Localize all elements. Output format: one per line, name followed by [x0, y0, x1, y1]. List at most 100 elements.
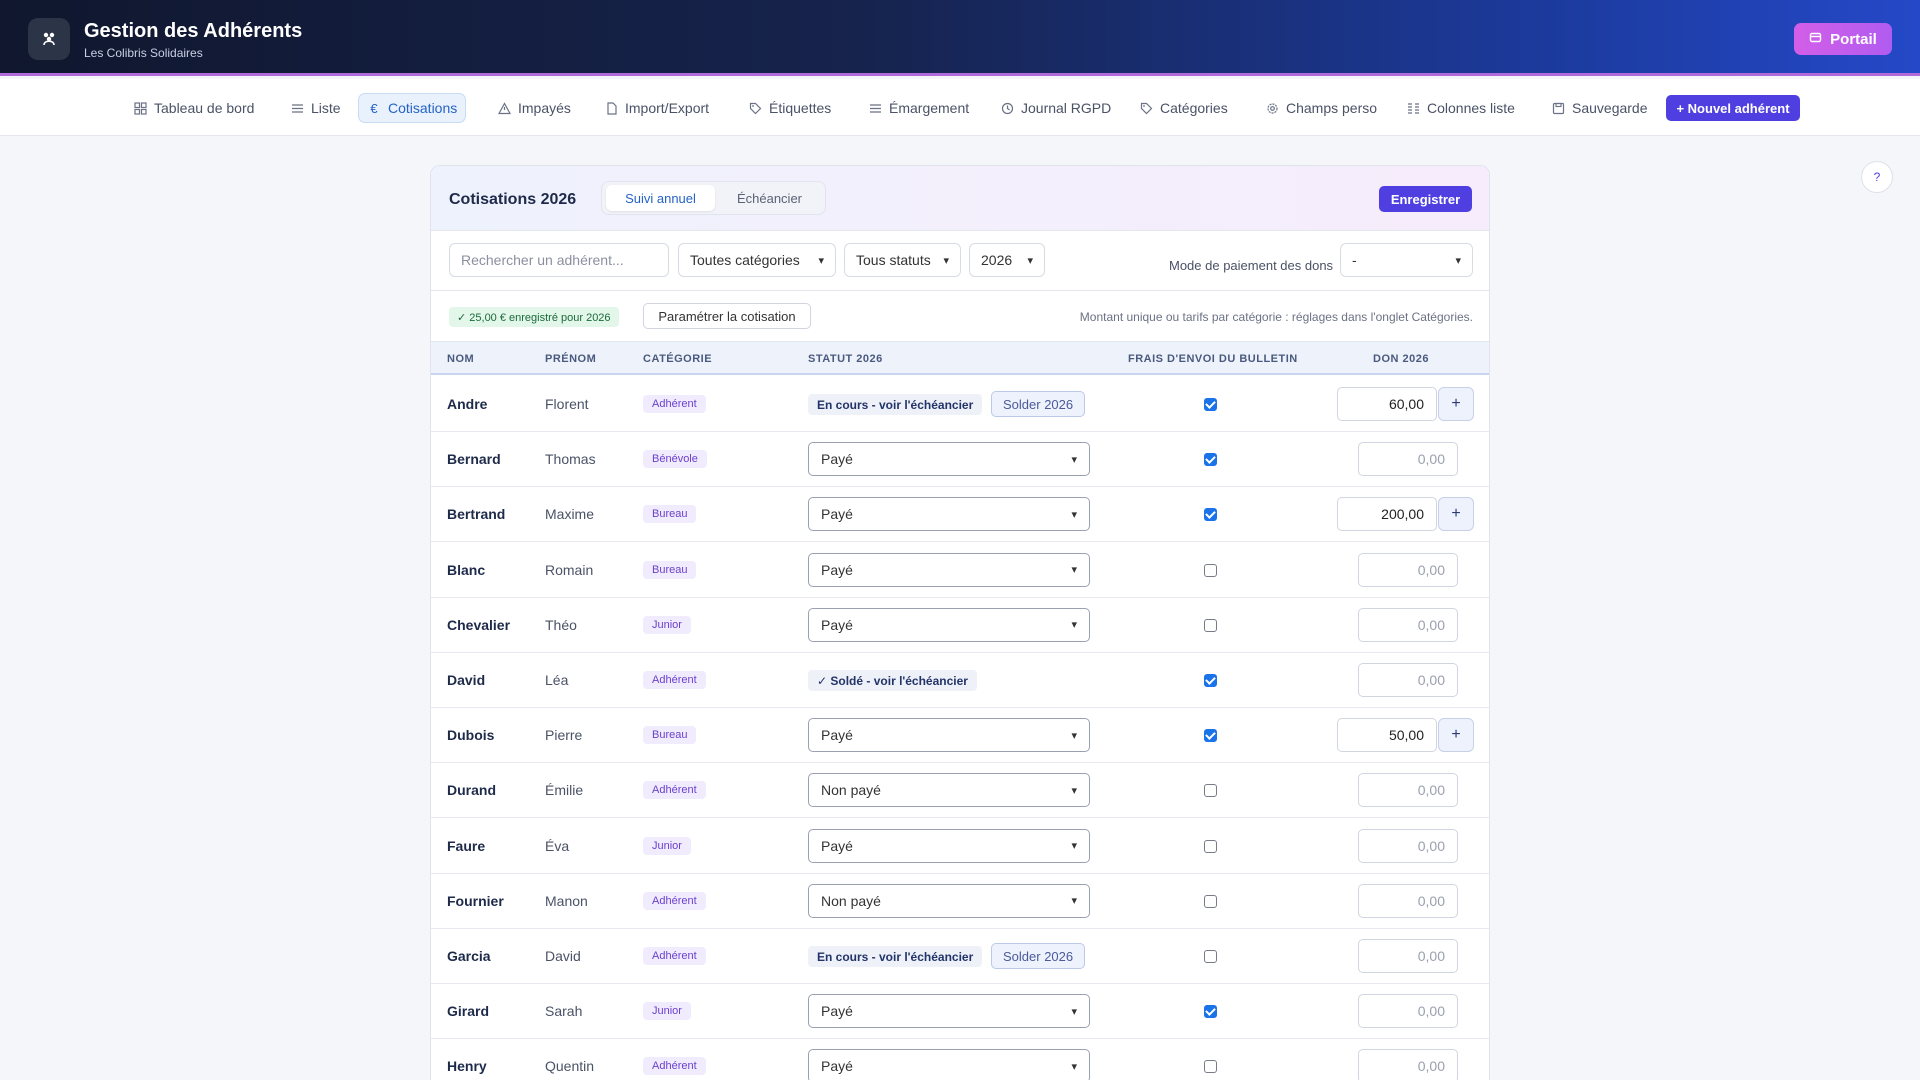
member-last-name: Chevalier	[447, 616, 511, 633]
donation-input[interactable]: 0,00	[1358, 883, 1458, 918]
status-select-value: Payé	[821, 727, 853, 744]
category-badge: Adhérent	[643, 947, 706, 965]
nav-item[interactable]: Import/Export	[596, 93, 717, 123]
table-row: Durand Émilie Adhérent Non payé ▾ 0,00	[431, 763, 1489, 819]
shipping-fee-checkbox[interactable]	[1204, 563, 1217, 577]
payment-mode-select[interactable]: - ▾	[1340, 243, 1473, 277]
nav-item-label: Liste	[311, 100, 341, 116]
portal-label: Portail	[1830, 30, 1877, 48]
nav-item-label: Impayés	[518, 100, 571, 116]
chevron-down-icon: ▾	[1071, 840, 1077, 853]
category-badge: Bureau	[643, 560, 697, 579]
donation-input[interactable]: 0,00	[1358, 773, 1458, 808]
nav-item[interactable]: Tableau de bord	[125, 93, 262, 123]
donation-input[interactable]: 0,00	[1358, 552, 1458, 587]
donation-input[interactable]: 0,00	[1358, 663, 1458, 697]
nav-item-label: Colonnes liste	[1427, 100, 1515, 116]
category-badge: Junior	[643, 1002, 691, 1021]
shipping-fee-checkbox[interactable]	[1204, 453, 1217, 467]
tab-schedule[interactable]: Échéancier	[717, 185, 822, 211]
nav-item[interactable]: Journal RGPD	[992, 93, 1119, 123]
nav-item[interactable]: Catégories	[1131, 93, 1236, 123]
add-donation-button[interactable]: +	[1438, 497, 1474, 532]
table-row: David Léa Adhérent ✓ Soldé - voir l'échéanc…	[431, 653, 1489, 708]
app-title: Gestion des Adhérents	[84, 20, 303, 42]
shipping-fee-checkbox[interactable]	[1204, 618, 1217, 632]
status-select[interactable]: Tous statuts ▾	[844, 243, 961, 277]
chevron-down-icon: ▾	[1071, 895, 1077, 908]
portal-button[interactable]: Portail	[1794, 23, 1892, 55]
member-first-name: Thomas	[545, 451, 596, 468]
tab-annual[interactable]: Suivi annuel	[606, 185, 715, 211]
nav-item[interactable]: Émargement	[860, 93, 977, 123]
shipping-fee-checkbox[interactable]	[1204, 894, 1217, 908]
help-button[interactable]: ?	[1861, 161, 1893, 193]
settle-button[interactable]: Solder 2026	[991, 391, 1086, 417]
category-badge: Bénévole	[643, 450, 707, 469]
year-select[interactable]: 2026 ▾	[969, 243, 1045, 277]
nav-item[interactable]: Liste	[282, 93, 349, 123]
save-button[interactable]: Enregistrer	[1379, 186, 1472, 212]
nav-item[interactable]: Colonnes liste	[1398, 93, 1523, 123]
category-select[interactable]: Toutes catégories ▾	[678, 243, 836, 277]
chevron-down-icon: ▾	[1071, 784, 1077, 797]
shipping-fee-checkbox[interactable]	[1204, 950, 1217, 963]
donation-input[interactable]: 0,00	[1358, 939, 1458, 973]
chevron-down-icon: ▾	[1071, 453, 1077, 466]
member-last-name: Bertrand	[447, 506, 506, 523]
status-select[interactable]: Non payé ▾	[808, 773, 1090, 808]
shipping-fee-checkbox[interactable]	[1204, 784, 1217, 798]
status-select[interactable]: Payé ▾	[808, 994, 1090, 1029]
chevron-down-icon: ▾	[1455, 254, 1461, 267]
shipping-fee-checkbox[interactable]	[1204, 398, 1217, 411]
new-member-button[interactable]: + Nouvel adhérent	[1666, 95, 1800, 121]
status-select[interactable]: Payé ▾	[808, 552, 1090, 587]
search-input[interactable]: Rechercher un adhérent...	[449, 243, 669, 277]
nav-item[interactable]: Sauvegarde	[1543, 93, 1656, 123]
add-donation-button[interactable]: +	[1438, 387, 1474, 421]
status-badge[interactable]: ✓ Soldé - voir l'échéancier	[808, 670, 977, 691]
status-select[interactable]: Non payé ▾	[808, 883, 1090, 918]
member-first-name: Théo	[545, 616, 577, 633]
status-badge[interactable]: En cours - voir l'échéancier	[808, 946, 983, 967]
status-badge[interactable]: En cours - voir l'échéancier	[808, 394, 983, 415]
shipping-fee-checkbox[interactable]	[1204, 674, 1217, 687]
table-row: Dubois Pierre Bureau Payé ▾ 50,00 +	[431, 708, 1489, 764]
status-select-value: Non payé	[821, 782, 881, 799]
status-select[interactable]: Payé ▾	[808, 442, 1090, 477]
shipping-fee-checkbox[interactable]	[1204, 1005, 1217, 1019]
nav-item-label: Cotisations	[388, 100, 458, 116]
nav-item[interactable]: Champs perso	[1257, 93, 1385, 123]
donation-input[interactable]: 200,00	[1337, 497, 1437, 532]
status-select[interactable]: Payé ▾	[808, 828, 1090, 863]
donation-input[interactable]: 0,00	[1358, 442, 1458, 477]
donation-input[interactable]: 0,00	[1358, 828, 1458, 863]
nav-item[interactable]: € Cotisations	[358, 93, 467, 123]
add-donation-button[interactable]: +	[1438, 718, 1474, 753]
status-select[interactable]: Payé ▾	[808, 497, 1090, 532]
shipping-fee-checkbox[interactable]	[1204, 1060, 1217, 1074]
member-first-name: Quentin	[545, 1058, 595, 1075]
settle-button[interactable]: Solder 2026	[991, 943, 1086, 969]
shipping-fee-checkbox[interactable]	[1204, 729, 1217, 743]
donation-input[interactable]: 0,00	[1358, 607, 1458, 642]
configure-fee-button[interactable]: Paramétrer la cotisation	[643, 303, 811, 329]
table-row: Fournier Manon Adhérent Non payé ▾ 0,00	[431, 874, 1489, 929]
list-icon	[868, 101, 882, 115]
status-select[interactable]: Payé ▾	[808, 1049, 1090, 1080]
donation-input[interactable]: 0,00	[1358, 994, 1458, 1029]
year-select-value: 2026	[981, 252, 1013, 268]
shipping-fee-checkbox[interactable]	[1204, 839, 1217, 853]
donation-input[interactable]: 60,00	[1337, 387, 1437, 421]
status-select[interactable]: Payé ▾	[808, 718, 1090, 753]
nav-item[interactable]: Étiquettes	[740, 93, 839, 123]
status-select-value: Payé	[821, 1003, 853, 1020]
category-badge: Bureau	[643, 505, 697, 524]
status-select[interactable]: Payé ▾	[808, 607, 1090, 642]
donation-input[interactable]: 0,00	[1358, 1049, 1458, 1080]
member-first-name: Romain	[545, 561, 594, 578]
shipping-fee-checkbox[interactable]	[1204, 508, 1217, 522]
nav-item[interactable]: Impayés	[489, 93, 579, 123]
donation-input[interactable]: 50,00	[1337, 718, 1437, 753]
member-first-name: Sarah	[545, 1003, 583, 1020]
